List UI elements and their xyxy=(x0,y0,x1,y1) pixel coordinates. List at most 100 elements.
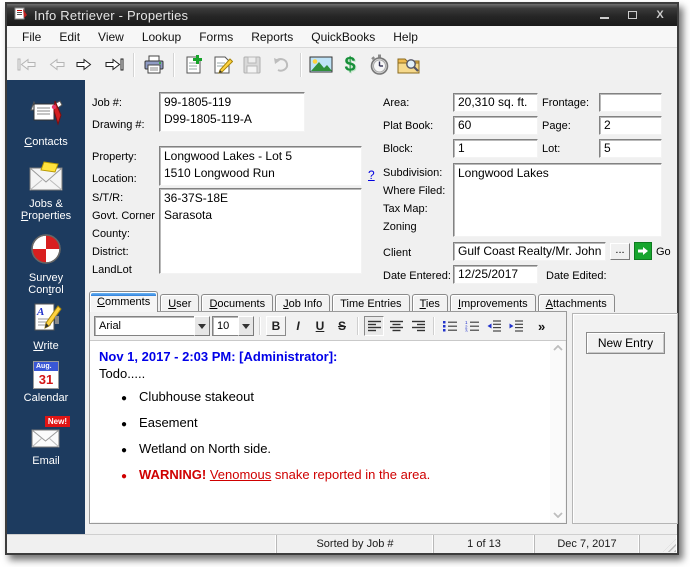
menu-lookup[interactable]: Lookup xyxy=(133,28,190,46)
font-family-select[interactable]: Arial xyxy=(94,316,210,336)
scroll-up-icon[interactable] xyxy=(553,345,563,351)
svg-text:A: A xyxy=(36,306,44,318)
lookup-icon xyxy=(397,55,420,74)
billing-button[interactable]: $ xyxy=(336,51,364,78)
image-button[interactable] xyxy=(307,51,335,78)
menu-forms[interactable]: Forms xyxy=(190,28,242,46)
undo-icon xyxy=(272,57,290,73)
undo-button[interactable] xyxy=(267,51,295,78)
date-entered-field[interactable]: 12/25/2017 xyxy=(453,265,538,284)
comment-bullet: ●Clubhouse stakeout xyxy=(121,389,545,404)
image-icon xyxy=(309,56,333,73)
strikethrough-button[interactable]: S xyxy=(332,316,352,336)
menu-quickbooks[interactable]: QuickBooks xyxy=(302,28,384,46)
menu-file[interactable]: File xyxy=(13,28,50,46)
str-county-field[interactable]: 36-37S-18ESarasota xyxy=(159,188,362,274)
minimize-button[interactable] xyxy=(597,8,611,22)
menu-reports[interactable]: Reports xyxy=(242,28,302,46)
bold-button[interactable]: B xyxy=(266,316,286,336)
status-panel-empty xyxy=(7,535,277,553)
area-label: Area: xyxy=(383,97,409,109)
bullet-icon: ● xyxy=(121,445,127,456)
lot-field[interactable]: 5 xyxy=(599,139,662,158)
sidebar-item-write[interactable]: A Write xyxy=(29,302,63,352)
comment-warning: ●WARNING! Venomous snake reported in the… xyxy=(121,467,545,482)
comment-editor[interactable]: Nov 1, 2017 - 2:03 PM: [Administrator]: … xyxy=(91,341,565,522)
decrease-indent-button[interactable] xyxy=(484,316,504,336)
sidebar-item-survey-control[interactable]: Survey Control xyxy=(28,232,63,296)
close-button[interactable]: X xyxy=(653,8,667,22)
sidebar-item-contacts[interactable]: Contacts xyxy=(24,98,67,148)
align-left-button[interactable] xyxy=(364,316,384,336)
email-icon: New! xyxy=(30,423,62,452)
client-field[interactable]: Gulf Coast Realty/Mr. John Jar xyxy=(453,242,606,261)
tab-documents[interactable]: Documents xyxy=(201,294,273,312)
increase-indent-button[interactable] xyxy=(506,316,526,336)
plat-book-field[interactable]: 60 xyxy=(453,116,538,135)
client-go-button[interactable] xyxy=(634,242,652,260)
tab-attachments[interactable]: Attachments xyxy=(538,294,615,312)
sidebar-item-jobs-properties[interactable]: Jobs & Properties xyxy=(21,160,71,222)
tab-job-info[interactable]: Job Info xyxy=(275,294,330,312)
page-field[interactable]: 2 xyxy=(599,116,662,135)
align-left-icon xyxy=(368,320,381,332)
survey-control-icon xyxy=(29,232,63,269)
italic-button[interactable]: I xyxy=(288,316,308,336)
sidebar-label: Calendar xyxy=(24,392,69,404)
menu-help[interactable]: Help xyxy=(384,28,427,46)
align-right-button[interactable] xyxy=(408,316,428,336)
block-field[interactable]: 1 xyxy=(453,139,538,158)
tab-ties[interactable]: Ties xyxy=(412,294,448,312)
numbered-list-button[interactable]: 123 xyxy=(462,316,482,336)
frontage-field[interactable] xyxy=(599,93,662,112)
sidebar-item-email[interactable]: New! Email xyxy=(30,423,62,467)
subdivision-field[interactable]: Longwood Lakes xyxy=(453,163,662,237)
new-record-icon xyxy=(184,55,204,75)
area-field[interactable]: 20,310 sq. ft. xyxy=(453,93,538,112)
align-center-button[interactable] xyxy=(386,316,406,336)
calendar-icon: Aug.31 xyxy=(33,361,59,389)
dropdown-arrow-icon[interactable] xyxy=(238,316,254,336)
print-button[interactable] xyxy=(140,51,168,78)
scroll-down-icon[interactable] xyxy=(553,512,563,518)
menu-edit[interactable]: Edit xyxy=(50,28,89,46)
str-label: S/T/R: xyxy=(92,192,123,204)
location-help-link[interactable]: ? xyxy=(368,168,375,182)
first-record-icon xyxy=(17,58,37,71)
maximize-button[interactable] xyxy=(625,8,639,22)
new-entry-button[interactable]: New Entry xyxy=(586,332,665,354)
tab-comments[interactable]: Comments xyxy=(89,291,158,312)
menu-bar: File Edit View Lookup Forms Reports Quic… xyxy=(7,26,677,48)
font-size-select[interactable]: 10 xyxy=(212,316,254,336)
tab-user[interactable]: User xyxy=(160,294,199,312)
comment-scrollbar[interactable] xyxy=(550,341,565,522)
district-label: District: xyxy=(92,246,129,258)
title-bar[interactable]: Info Retriever - Properties X xyxy=(7,4,677,26)
next-record-button[interactable] xyxy=(71,51,99,78)
new-record-button[interactable] xyxy=(180,51,208,78)
client-browse-button[interactable]: ... xyxy=(610,243,630,260)
underline-button[interactable]: U xyxy=(310,316,330,336)
dropdown-arrow-icon[interactable] xyxy=(194,316,210,336)
write-icon: A xyxy=(29,302,63,337)
lookup-button[interactable] xyxy=(394,51,422,78)
tab-time-entries[interactable]: Time Entries xyxy=(332,294,409,312)
menu-view[interactable]: View xyxy=(89,28,133,46)
last-record-button[interactable] xyxy=(100,51,128,78)
edit-record-button[interactable] xyxy=(209,51,237,78)
bullet-list-button[interactable] xyxy=(440,316,460,336)
tab-strip: Comments User Documents Job Info Time En… xyxy=(89,291,617,312)
job-drawing-field[interactable]: 99-1805-119D99-1805-119-A xyxy=(159,92,305,132)
previous-record-button[interactable] xyxy=(42,51,70,78)
page-label: Page: xyxy=(542,120,571,132)
save-button[interactable] xyxy=(238,51,266,78)
align-right-icon xyxy=(412,320,425,332)
sidebar-label: Control xyxy=(28,284,63,296)
timer-button[interactable] xyxy=(365,51,393,78)
sidebar-item-calendar[interactable]: Aug.31 Calendar xyxy=(24,361,69,404)
first-record-button[interactable] xyxy=(13,51,41,78)
more-tools-button[interactable]: » xyxy=(538,319,545,334)
property-location-field[interactable]: Longwood Lakes - Lot 51510 Longwood Run xyxy=(159,146,362,186)
tab-improvements[interactable]: Improvements xyxy=(450,294,536,312)
toolbar-separator xyxy=(133,53,135,77)
